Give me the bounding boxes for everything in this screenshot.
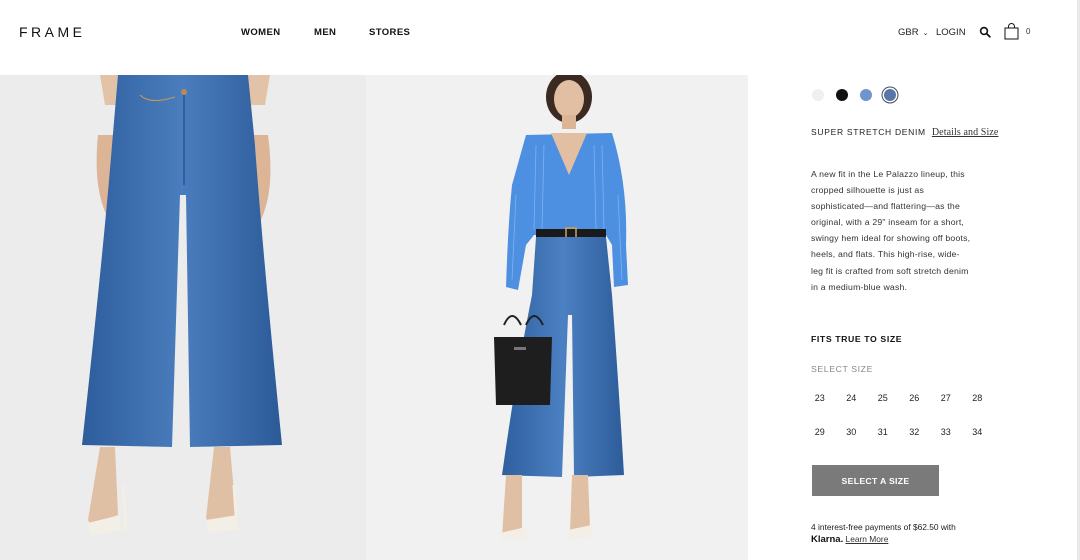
size-grid: 23 24 25 26 27 28 29 30 31 32 33 34 — [804, 387, 994, 443]
size-option[interactable]: 26 — [899, 387, 931, 409]
nav-stores[interactable]: STORES — [369, 27, 410, 38]
size-option[interactable]: 29 — [804, 421, 836, 443]
select-size-button[interactable]: SELECT A SIZE — [812, 465, 939, 496]
product-image-outfit — [366, 75, 748, 560]
size-option[interactable]: 34 — [962, 421, 994, 443]
search-icon[interactable] — [979, 26, 991, 38]
chevron-down-icon: ⌄ — [922, 29, 929, 37]
details-and-size-link[interactable]: Details and Size — [932, 127, 999, 138]
product-description: A new fit in the Le Palazzo lineup, this… — [811, 169, 971, 292]
login-link[interactable]: LOGIN — [936, 27, 966, 38]
klarna-message: 4 interest-free payments of $62.50 with … — [811, 521, 956, 546]
country-selector[interactable]: GBR ⌄ — [898, 27, 928, 38]
site-logo[interactable]: FRAME — [19, 24, 86, 40]
select-size-label: SELECT SIZE — [811, 364, 873, 374]
swatch-light-blue[interactable] — [860, 89, 872, 101]
swatch-white[interactable] — [812, 89, 824, 101]
size-option[interactable]: 32 — [899, 421, 931, 443]
site-header: FRAME WOMEN MEN STORES GBR ⌄ LOGIN 0 — [0, 0, 1080, 62]
product-photo-front[interactable] — [0, 75, 366, 560]
size-option[interactable]: 23 — [804, 387, 836, 409]
size-option[interactable]: 28 — [962, 387, 994, 409]
nav-men[interactable]: MEN — [314, 27, 336, 38]
fabric-label: SUPER STRETCH DENIM — [811, 127, 926, 137]
product-photo-outfit[interactable] — [366, 75, 748, 560]
fabric-row: SUPER STRETCH DENIM Details and Size — [811, 127, 998, 138]
product-image-front — [0, 75, 366, 560]
fit-note: FITS TRUE TO SIZE — [811, 334, 903, 344]
klarna-logo: Klarna. — [811, 534, 844, 545]
size-option[interactable]: 25 — [867, 387, 899, 409]
size-option[interactable]: 33 — [930, 421, 962, 443]
shopping-bag-icon[interactable] — [1004, 23, 1019, 40]
nav-women[interactable]: WOMEN — [241, 27, 280, 38]
size-option[interactable]: 30 — [836, 421, 868, 443]
swatch-black[interactable] — [836, 89, 848, 101]
size-option[interactable]: 24 — [836, 387, 868, 409]
size-option[interactable]: 27 — [930, 387, 962, 409]
swatch-medium-blue[interactable] — [884, 89, 896, 101]
klarna-text: 4 interest-free payments of $62.50 with — [811, 522, 956, 532]
klarna-learn-more-link[interactable]: Learn More — [846, 534, 889, 544]
country-code: GBR — [898, 27, 919, 38]
cart-count: 0 — [1026, 27, 1031, 36]
size-option[interactable]: 31 — [867, 421, 899, 443]
color-swatches — [812, 89, 896, 101]
